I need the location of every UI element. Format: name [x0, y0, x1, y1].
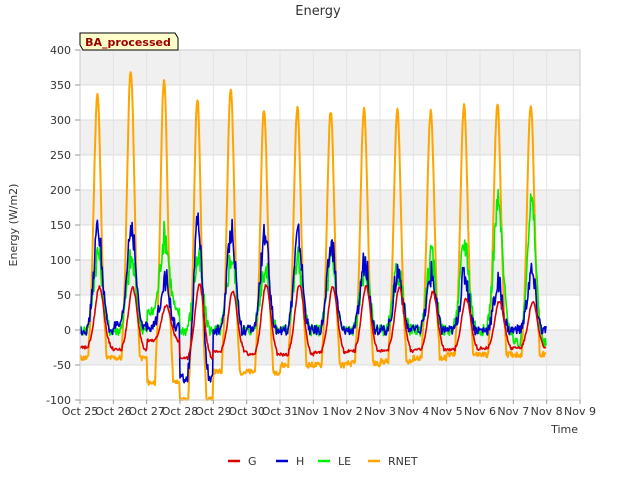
chart-title: Energy [295, 4, 341, 19]
x-tick-label: Nov 3 [364, 405, 396, 418]
background-band [80, 50, 580, 85]
x-tick-label: Oct 25 [62, 405, 99, 418]
x-tick-label: Oct 31 [262, 405, 299, 418]
legend-item-g: G [228, 455, 257, 468]
x-tick-label: Oct 30 [228, 405, 265, 418]
y-tick-label: 100 [50, 254, 71, 267]
y-axis-label: Energy (W/m2) [7, 184, 20, 267]
x-tick-label: Oct 26 [95, 405, 132, 418]
chart-svg: Energy -100-50050100150200250300350400 O… [7, 4, 596, 468]
legend-label: LE [338, 455, 351, 468]
legend-label: RNET [388, 455, 418, 468]
x-tick-label: Nov 5 [431, 405, 463, 418]
x-tick-label: Nov 8 [531, 405, 563, 418]
x-tick-label: Oct 27 [128, 405, 165, 418]
y-tick-label: 150 [50, 219, 71, 232]
x-tick-labels: Oct 25Oct 26Oct 27Oct 28Oct 29Oct 30Oct … [62, 400, 596, 418]
y-tick-label: 0 [64, 324, 71, 337]
legend-label: G [248, 455, 257, 468]
x-tick-label: Nov 7 [497, 405, 529, 418]
y-tick-label: 200 [50, 184, 71, 197]
x-tick-label: Oct 28 [162, 405, 199, 418]
annotation-box: BA_processed [79, 32, 179, 51]
y-tick-label: 350 [50, 79, 71, 92]
y-tick-label: 250 [50, 149, 71, 162]
legend-label: H [296, 455, 304, 468]
y-tick-labels: -100-50050100150200250300350400 [46, 44, 80, 407]
x-axis-label: Time [550, 423, 578, 436]
y-tick-label: -50 [53, 359, 71, 372]
legend-item-le: LE [318, 455, 351, 468]
background-band [80, 190, 580, 225]
legend: G H LE RNET [228, 455, 418, 468]
y-tick-label: 50 [57, 289, 71, 302]
x-tick-label: Nov 4 [397, 405, 429, 418]
x-tick-label: Nov 9 [564, 405, 596, 418]
legend-item-h: H [276, 455, 304, 468]
y-tick-label: 300 [50, 114, 71, 127]
x-tick-label: Nov 2 [331, 405, 363, 418]
annotation-label: BA_processed [85, 36, 171, 49]
x-tick-label: Nov 1 [297, 405, 329, 418]
y-tick-label: 400 [50, 44, 71, 57]
x-tick-label: Oct 29 [195, 405, 232, 418]
x-tick-label: Nov 6 [464, 405, 496, 418]
legend-item-rnet: RNET [368, 455, 418, 468]
energy-chart: Energy -100 -50 0 50 100 150 200 250 300 350 400 O… [0, 0, 640, 480]
